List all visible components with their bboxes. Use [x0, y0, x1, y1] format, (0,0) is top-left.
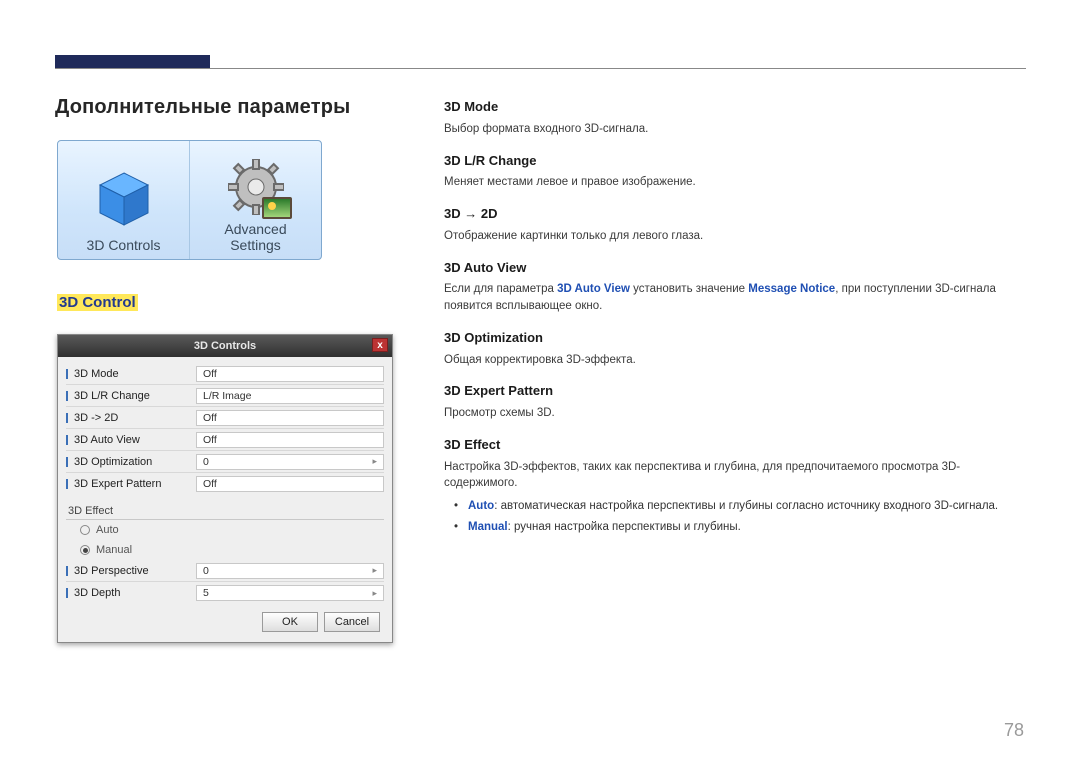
chevron-right-icon[interactable]: ▸	[372, 456, 377, 467]
cancel-button[interactable]: Cancel	[324, 612, 380, 632]
text-blue: Message Notice	[748, 283, 835, 295]
text-span: : ручная настройка перспективы и глубины…	[508, 521, 741, 533]
row-3d-auto-view[interactable]: 3D Auto View Off	[66, 429, 384, 451]
icons-card-right-label-2: Settings	[230, 237, 281, 253]
dialog-body: 3D Mode Off 3D L/R Change L/R Image 3D -…	[58, 357, 392, 642]
row-label: 3D Perspective	[66, 565, 196, 577]
gear-icon	[228, 159, 284, 215]
chevron-right-icon[interactable]: ▸	[372, 588, 377, 599]
heading-3d-to-2d: 3D → 2D	[444, 205, 1020, 224]
icons-card-right-label-1: Advanced	[224, 221, 286, 237]
para-3d-to-2d: Отображение картинки только для левого г…	[444, 228, 1020, 245]
page-number: 78	[1004, 720, 1024, 741]
heading-3d-mode: 3D Mode	[444, 98, 1020, 117]
icons-card-right: Advanced Settings	[189, 141, 321, 259]
ok-button[interactable]: OK	[262, 612, 318, 632]
subhead-3d-control: 3D Control	[57, 294, 138, 311]
row-label: 3D Optimization	[66, 456, 196, 468]
icons-card-image: 3D Controls Advanced Settings	[57, 140, 322, 260]
header-accent-bar	[55, 55, 210, 69]
icons-card-left-label: 3D Controls	[87, 237, 161, 253]
dialog-title: 3D Controls	[194, 340, 256, 352]
para-3d-optimization: Общая корректировка 3D-эффекта.	[444, 352, 1020, 369]
row-3d-mode[interactable]: 3D Mode Off	[66, 363, 384, 385]
row-value[interactable]: Off	[196, 366, 384, 382]
row-3d-depth[interactable]: 3D Depth 5 ▸	[66, 582, 384, 604]
page-title: Дополнительные параметры	[55, 96, 350, 119]
para-3d-expert-pattern: Просмотр схемы 3D.	[444, 405, 1020, 422]
row-3d-optimization[interactable]: 3D Optimization 0 ▸	[66, 451, 384, 473]
right-text-column: 3D Mode Выбор формата входного 3D-сигнал…	[444, 98, 1020, 539]
photo-icon	[262, 197, 292, 219]
para-3d-auto-view: Если для параметра 3D Auto View установи…	[444, 281, 1020, 314]
heading-3d-lr-change: 3D L/R Change	[444, 152, 1020, 171]
radio-label: Manual	[96, 544, 132, 556]
row-value-slider[interactable]: 0 ▸	[196, 454, 384, 470]
row-value[interactable]: L/R Image	[196, 388, 384, 404]
heading-3d-auto-view: 3D Auto View	[444, 259, 1020, 278]
row-value[interactable]: Off	[196, 410, 384, 426]
header-rule	[55, 68, 1026, 69]
dialog-buttons: OK Cancel	[66, 604, 384, 632]
radio-icon[interactable]	[80, 525, 90, 535]
radio-manual[interactable]: Manual	[66, 540, 384, 560]
list-item: Manual: ручная настройка перспективы и г…	[444, 519, 1020, 536]
text-span: установить значение	[630, 283, 748, 295]
row-3d-expert-pattern[interactable]: 3D Expert Pattern Off	[66, 473, 384, 495]
row-label: 3D Auto View	[66, 434, 196, 446]
text-blue: Auto	[468, 500, 494, 512]
text-blue: 3D Auto View	[557, 283, 630, 295]
row-label: 3D -> 2D	[66, 412, 196, 424]
dialog-titlebar: 3D Controls x	[58, 335, 392, 357]
row-label: 3D Mode	[66, 368, 196, 380]
slider-value: 0	[203, 565, 209, 577]
cube-icon	[92, 167, 156, 231]
icons-card-left: 3D Controls	[58, 141, 189, 259]
row-3d-to-2d[interactable]: 3D -> 2D Off	[66, 407, 384, 429]
section-3d-effect: 3D Effect	[66, 501, 384, 520]
slider-value: 0	[203, 456, 209, 468]
radio-auto[interactable]: Auto	[66, 520, 384, 540]
radio-label: Auto	[96, 524, 119, 536]
para-3d-mode: Выбор формата входного 3D-сигнала.	[444, 121, 1020, 138]
row-3d-perspective[interactable]: 3D Perspective 0 ▸	[66, 560, 384, 582]
list-3d-effect: Auto: автоматическая настройка перспекти…	[444, 498, 1020, 535]
dialog-3d-controls: 3D Controls x 3D Mode Off 3D L/R Change …	[57, 334, 393, 643]
row-value-slider[interactable]: 0 ▸	[196, 563, 384, 579]
heading-3d-effect: 3D Effect	[444, 436, 1020, 455]
para-3d-lr-change: Меняет местами левое и правое изображени…	[444, 174, 1020, 191]
row-value[interactable]: Off	[196, 476, 384, 492]
close-icon[interactable]: x	[372, 338, 388, 352]
para-3d-effect: Настройка 3D-эффектов, таких как перспек…	[444, 459, 1020, 492]
row-value[interactable]: Off	[196, 432, 384, 448]
list-item: Auto: автоматическая настройка перспекти…	[444, 498, 1020, 515]
heading-3d-expert-pattern: 3D Expert Pattern	[444, 382, 1020, 401]
radio-icon[interactable]	[80, 545, 90, 555]
row-label: 3D Depth	[66, 587, 196, 599]
slider-value: 5	[203, 587, 209, 599]
text-blue: Manual	[468, 521, 508, 533]
row-label: 3D L/R Change	[66, 390, 196, 402]
row-label: 3D Expert Pattern	[66, 478, 196, 490]
row-3d-lr-change[interactable]: 3D L/R Change L/R Image	[66, 385, 384, 407]
row-value-slider[interactable]: 5 ▸	[196, 585, 384, 601]
chevron-right-icon[interactable]: ▸	[372, 565, 377, 576]
text-span: : автоматическая настройка перспективы и…	[494, 500, 998, 512]
heading-3d-optimization: 3D Optimization	[444, 329, 1020, 348]
text-span: Если для параметра	[444, 283, 557, 295]
